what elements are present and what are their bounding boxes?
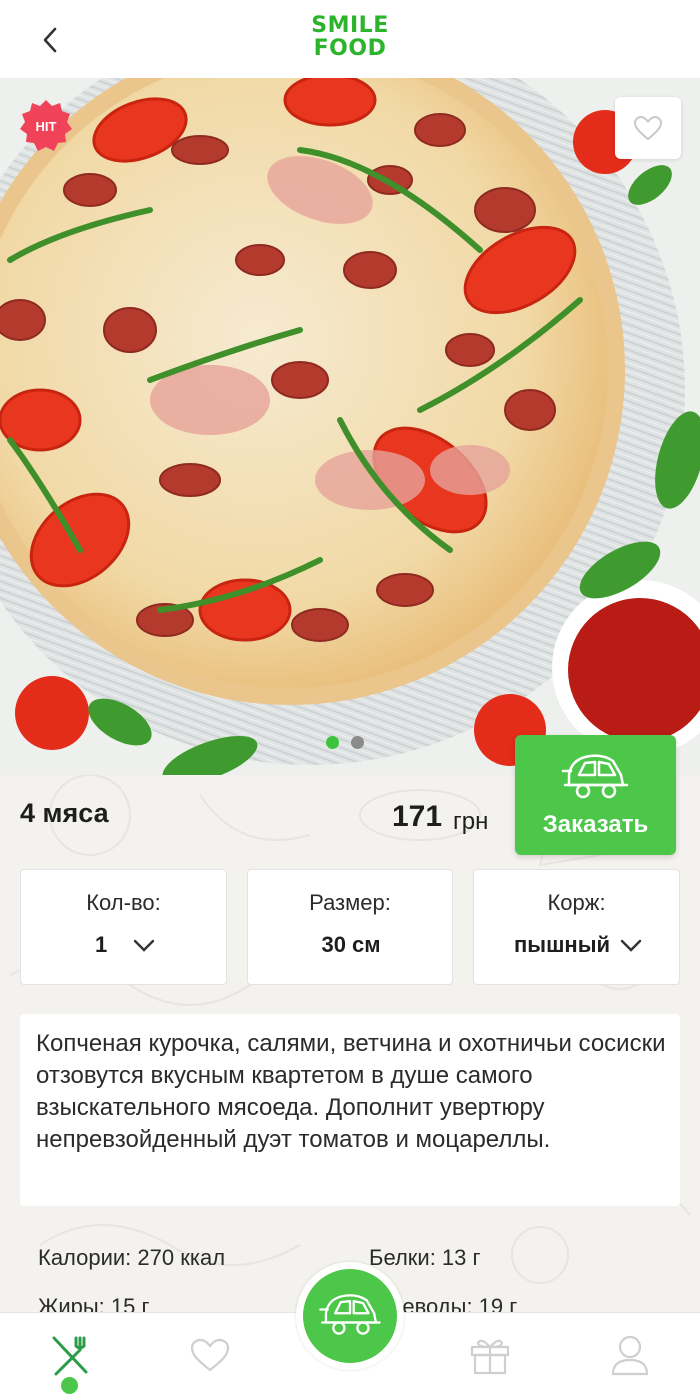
logo-line-1: SMILE xyxy=(311,13,389,38)
crust-value: пышный xyxy=(514,932,611,957)
slide-dot-2[interactable] xyxy=(351,736,364,749)
slide-indicator xyxy=(326,736,364,749)
nav-active-indicator xyxy=(61,1377,78,1394)
logo-line-2: FOOD xyxy=(313,36,387,61)
product-image[interactable]: HIT xyxy=(0,78,700,775)
chevron-down-icon xyxy=(620,939,642,952)
crust-selector[interactable]: Корж: пышный xyxy=(473,869,680,985)
nav-menu[interactable] xyxy=(40,1325,100,1385)
heart-outline-icon xyxy=(633,115,663,141)
gift-icon xyxy=(470,1339,510,1375)
quantity-value: 1 xyxy=(95,932,108,957)
chevron-left-icon xyxy=(43,27,57,53)
quantity-label: Кол-во: xyxy=(86,890,161,915)
product-price: 171 xyxy=(392,800,443,833)
slide-dot-1[interactable] xyxy=(326,736,339,749)
delivery-car-icon xyxy=(561,754,629,799)
nav-profile[interactable] xyxy=(600,1325,660,1385)
product-description: Копченая курочка, салями, ветчина и охот… xyxy=(36,1030,666,1153)
nutrition-calories: Калории: 270 ккал xyxy=(38,1245,226,1270)
delivery-fab-button[interactable] xyxy=(296,1262,404,1370)
heart-icon xyxy=(190,1338,230,1372)
order-button[interactable]: Заказать xyxy=(515,735,676,855)
size-selector[interactable]: Размер: 30 см xyxy=(247,869,453,985)
product-name: 4 мяса xyxy=(20,798,109,828)
size-value: 30 см xyxy=(321,932,381,957)
size-label: Размер: xyxy=(309,890,391,915)
badge-label: HIT xyxy=(35,118,57,134)
app-header: SMILE FOOD xyxy=(0,0,700,78)
product-description-card: Копченая курочка, салями, ветчина и охот… xyxy=(20,1014,680,1206)
nav-gifts[interactable] xyxy=(460,1325,520,1385)
nutrition-proteins: Белки: 13 г xyxy=(369,1245,481,1270)
chevron-down-icon xyxy=(133,939,155,952)
price-currency: грн xyxy=(453,808,489,835)
back-button[interactable] xyxy=(30,20,70,60)
order-button-label: Заказать xyxy=(542,811,649,838)
nav-favorites[interactable] xyxy=(180,1325,240,1385)
favorite-button[interactable] xyxy=(615,97,681,159)
delivery-fab-circle xyxy=(303,1269,397,1363)
quantity-selector[interactable]: Кол-во: 1 xyxy=(20,869,227,985)
profile-icon xyxy=(611,1335,649,1376)
menu-cutlery-icon xyxy=(52,1336,88,1376)
crust-label: Корж: xyxy=(547,890,606,915)
pizza-photo xyxy=(0,78,700,775)
smile-food-logo[interactable]: SMILE FOOD xyxy=(300,14,400,66)
hit-badge: HIT xyxy=(18,98,74,154)
delivery-car-icon xyxy=(319,1294,381,1335)
